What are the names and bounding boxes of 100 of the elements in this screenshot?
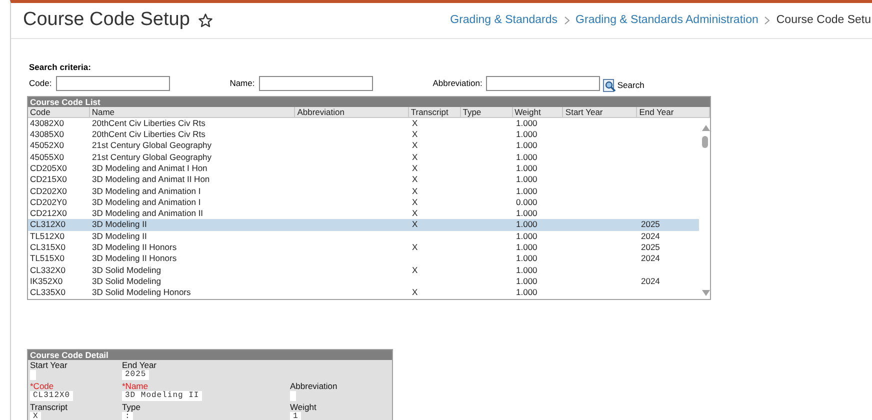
table-cell-text: 1.000 xyxy=(516,253,538,265)
table-cell-text: CD205X0 xyxy=(30,162,68,174)
table-cell-text: 1.000 xyxy=(516,186,538,197)
table-cell-text: X xyxy=(412,287,419,298)
field-label: Abbreviation: xyxy=(432,77,482,90)
table-cell-text: CL332X0 xyxy=(30,264,66,276)
table-cell-text: 43085X0 xyxy=(30,129,66,140)
page-title: Course Code Setup xyxy=(23,8,190,32)
detail-field[interactable] xyxy=(290,390,296,401)
table-cell-text: 1.000 xyxy=(516,264,538,276)
search-field[interactable] xyxy=(258,76,373,92)
table-row[interactable]: CL312X0 3D Modeling II X 1.000 2025 xyxy=(28,219,699,231)
scroll-down-icon[interactable] xyxy=(702,290,710,296)
breadcrumb-link[interactable]: Grading & Standards xyxy=(450,12,558,30)
search-icon xyxy=(603,78,616,92)
table-cell-text: X xyxy=(412,118,419,130)
breadcrumb-current: Course Code Setu xyxy=(776,12,871,28)
table-cell-text: CD212X0 xyxy=(30,208,68,220)
table-cell-text: X xyxy=(412,129,419,140)
scroll-thumb[interactable] xyxy=(702,136,708,148)
table-cell-text: 2024 xyxy=(641,230,661,242)
table-cell-text: 2025 xyxy=(641,219,661,231)
table-row[interactable]: CD212X0 3D Modeling and Animation II X 1.000 xyxy=(28,208,699,220)
table-cell-text: 43082X0 xyxy=(30,118,66,130)
search-field[interactable] xyxy=(56,76,170,92)
table-cell-text: CD202Y0 xyxy=(30,196,68,208)
table-cell-text: 1.000 xyxy=(516,287,538,298)
search-heading: Search criteria: xyxy=(29,61,92,74)
table-row[interactable]: TL512X0 3D Modeling II 1.000 2024 xyxy=(28,230,699,242)
table-cell-text: 3D Modeling and Animation II xyxy=(92,208,204,220)
field-label: Name: xyxy=(230,77,255,90)
scroll-up-icon[interactable] xyxy=(702,124,710,131)
detail-field[interactable]: 3D Modeling II xyxy=(122,390,202,401)
field-label: *Name xyxy=(122,380,149,391)
table-cell-text: 3D Solid Modeling xyxy=(92,264,162,276)
table-cell-text: X xyxy=(412,152,419,163)
table-cell-text: 21st Century Global Geography xyxy=(92,152,213,163)
table-cell-text: X xyxy=(412,186,419,197)
breadcrumb-link[interactable]: Grading & Standards Administration xyxy=(576,12,758,30)
table-cell-text: X xyxy=(412,219,419,231)
table-cell-text: X xyxy=(412,208,419,220)
field-label: *Code xyxy=(30,380,55,391)
table-cell-text: 20thCent Civ Liberties Civ Rts xyxy=(92,129,206,140)
column-header[interactable]: Type xyxy=(460,106,513,117)
table-cell-text: 20thCent Civ Liberties Civ Rts xyxy=(92,118,206,130)
detail-field[interactable] xyxy=(30,370,36,380)
field-label: End Year xyxy=(122,360,158,370)
table-cell-text: 1.000 xyxy=(516,174,538,186)
table-cell-text: 1.000 xyxy=(516,162,538,174)
table-cell-text: 1.000 xyxy=(516,230,538,242)
table-cell-text: X xyxy=(412,162,419,174)
panel-title: Course Code List xyxy=(28,96,710,107)
detail-field[interactable]: : xyxy=(122,412,134,420)
column-header[interactable]: End Year xyxy=(637,106,710,117)
column-header[interactable]: Start Year xyxy=(563,106,638,117)
table-cell-text: 3D Modeling II Honors xyxy=(92,253,178,265)
table-cell-text: 3D Modeling and Animation I xyxy=(92,186,202,197)
column-header[interactable]: Abbreviation xyxy=(295,106,409,117)
table-cell-text: 3D Modeling II xyxy=(92,230,148,242)
table-cell-text: X xyxy=(412,196,419,208)
table-cell-text: 0.000 xyxy=(516,196,538,208)
panel-title: Course Code Detail xyxy=(28,350,392,360)
detail-field[interactable]: 2025 xyxy=(122,370,150,380)
table-cell-text: TL515X0 xyxy=(30,253,66,265)
table-cell-text: CL312X0 xyxy=(30,219,66,231)
chevron-icon xyxy=(564,16,570,25)
table-cell-text: 1.000 xyxy=(516,219,538,231)
search-button[interactable]: Search xyxy=(603,76,644,92)
column-header[interactable]: Name xyxy=(90,106,296,117)
field-label: Abbreviation xyxy=(290,380,338,391)
table-cell-text: 1.000 xyxy=(516,208,538,220)
chevron-icon xyxy=(764,16,770,25)
table-cell-text: 1.000 xyxy=(516,140,538,152)
table-cell-text: 1.000 xyxy=(516,152,538,163)
table-cell-text: 3D Solid Modeling xyxy=(92,276,162,288)
table-cell-text: 3D Modeling II Honors xyxy=(92,242,178,254)
column-header[interactable]: Code xyxy=(28,106,90,117)
table-cell-text: 3D Modeling and Animat I Hon xyxy=(92,162,208,174)
search-field[interactable] xyxy=(486,76,600,92)
detail-field[interactable]: CL312X0 xyxy=(30,390,74,401)
table-cell-text: CL335X0 xyxy=(30,287,66,298)
table-cell-text: 3D Modeling II xyxy=(92,219,148,231)
table-cell-text: X xyxy=(412,174,419,186)
table-cell-text: 21st Century Global Geography xyxy=(92,140,213,152)
star-icon[interactable] xyxy=(198,13,213,28)
field-label: Weight xyxy=(290,402,318,412)
field-label: Transcript xyxy=(30,402,68,412)
field-label: Start Year xyxy=(30,360,68,370)
column-header[interactable]: Transcript xyxy=(408,106,461,117)
table-cell-text: 2025 xyxy=(641,242,661,254)
detail-field[interactable]: X xyxy=(30,412,42,420)
table-cell-text: 2024 xyxy=(641,253,661,265)
table-cell-text: CD202X0 xyxy=(30,186,68,197)
table-cell-text: 1.000 xyxy=(516,118,538,130)
detail-field[interactable]: 1 xyxy=(290,412,302,420)
table-cell-text: 1.000 xyxy=(516,129,538,140)
table-cell-text: 3D Modeling and Animation I xyxy=(92,196,202,208)
table-cell-text: X xyxy=(412,264,419,276)
table-cell-text: 2024 xyxy=(641,276,661,288)
column-header[interactable]: Weight xyxy=(512,106,564,117)
